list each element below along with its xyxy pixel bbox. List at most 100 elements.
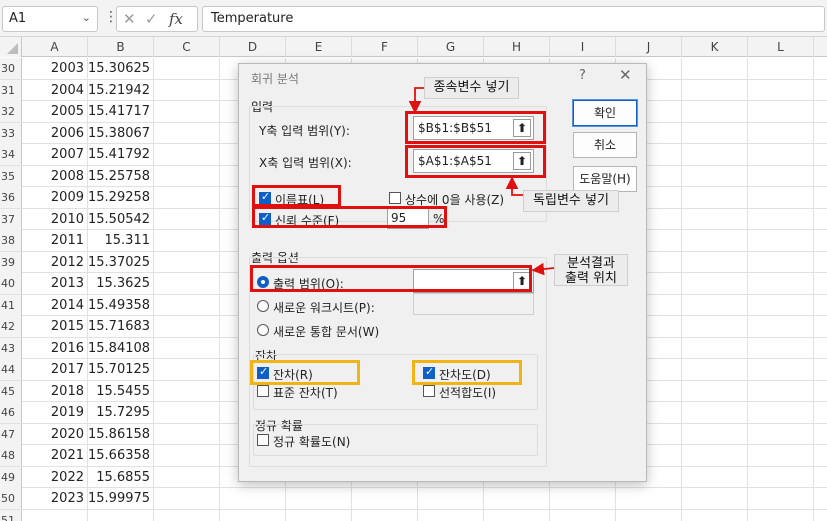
cell[interactable] xyxy=(748,316,814,337)
cell-year[interactable]: 2004 xyxy=(22,79,88,101)
cell-year[interactable]: 2009 xyxy=(22,187,88,208)
cell[interactable] xyxy=(154,316,220,337)
cell-year[interactable]: 2016 xyxy=(22,337,88,359)
cell[interactable] xyxy=(154,359,220,380)
cell[interactable] xyxy=(748,273,814,294)
cell[interactable] xyxy=(682,273,748,294)
cell-temperature[interactable]: 15.37025 xyxy=(88,251,154,273)
cell-year[interactable]: 2007 xyxy=(22,144,88,165)
ok-button[interactable]: 확인 xyxy=(572,99,638,127)
cell[interactable] xyxy=(682,58,748,79)
cell[interactable] xyxy=(748,402,814,423)
cell[interactable] xyxy=(748,337,814,359)
row-header[interactable]: 32 xyxy=(0,101,22,122)
cell[interactable] xyxy=(154,58,220,79)
cell-year[interactable]: 2011 xyxy=(22,230,88,251)
cell[interactable] xyxy=(352,509,418,521)
row-header[interactable]: 46 xyxy=(0,402,22,423)
close-icon[interactable]: ✕ xyxy=(619,66,632,84)
cell[interactable] xyxy=(682,337,748,359)
row-header[interactable]: 45 xyxy=(0,380,22,402)
cell[interactable] xyxy=(220,509,286,521)
cell[interactable] xyxy=(748,101,814,122)
cancel-formula-icon[interactable]: ✕ xyxy=(123,10,136,28)
cell-temperature[interactable]: 15.6855 xyxy=(88,466,154,488)
cell[interactable] xyxy=(748,294,814,316)
cell-temperature[interactable]: 15.5455 xyxy=(88,380,154,402)
row-header[interactable]: 50 xyxy=(0,488,22,509)
cell[interactable] xyxy=(748,488,814,509)
cell[interactable] xyxy=(748,445,814,466)
cell[interactable] xyxy=(550,509,616,521)
row-header[interactable]: 37 xyxy=(0,208,22,230)
cell-year[interactable]: 2005 xyxy=(22,101,88,122)
column-header-c[interactable]: C xyxy=(154,37,220,57)
cell-year[interactable]: 2015 xyxy=(22,316,88,337)
cell[interactable] xyxy=(154,187,220,208)
cell[interactable] xyxy=(154,445,220,466)
cell-year[interactable]: 2013 xyxy=(22,273,88,294)
cell[interactable] xyxy=(484,488,550,509)
cell[interactable] xyxy=(682,380,748,402)
cell-temperature[interactable]: 15.49358 xyxy=(88,294,154,316)
cell[interactable] xyxy=(154,101,220,122)
cell-year[interactable]: 2008 xyxy=(22,165,88,187)
cell[interactable] xyxy=(682,466,748,488)
cell[interactable] xyxy=(748,380,814,402)
column-header-k[interactable]: K xyxy=(682,37,748,57)
cell[interactable] xyxy=(748,79,814,101)
cell-year[interactable]: 2019 xyxy=(22,402,88,423)
formula-input[interactable]: Temperature xyxy=(202,6,825,32)
cell-temperature[interactable]: 15.86158 xyxy=(88,423,154,445)
cell[interactable] xyxy=(418,488,484,509)
cell-temperature[interactable]: 15.38067 xyxy=(88,122,154,144)
row-header[interactable]: 42 xyxy=(0,316,22,337)
cell[interactable] xyxy=(154,122,220,144)
cell[interactable] xyxy=(748,208,814,230)
row-header[interactable]: 33 xyxy=(0,122,22,144)
cell[interactable] xyxy=(154,294,220,316)
cell[interactable] xyxy=(154,208,220,230)
cell[interactable] xyxy=(154,337,220,359)
cell[interactable] xyxy=(682,165,748,187)
cell[interactable] xyxy=(682,230,748,251)
cell[interactable] xyxy=(748,466,814,488)
column-header-d[interactable]: D xyxy=(220,37,286,57)
insert-function-icon[interactable]: fx xyxy=(169,10,183,28)
cell-temperature[interactable]: 15.7295 xyxy=(88,402,154,423)
row-header[interactable]: 49 xyxy=(0,466,22,488)
cell[interactable] xyxy=(616,509,682,521)
cell[interactable] xyxy=(154,509,220,521)
cell-year[interactable]: 2003 xyxy=(22,58,88,79)
row-header[interactable]: 48 xyxy=(0,445,22,466)
column-header-l[interactable]: L xyxy=(748,37,814,57)
new-worksheet-input[interactable] xyxy=(413,293,534,315)
new-workbook-radio[interactable] xyxy=(257,324,269,336)
column-header-g[interactable]: G xyxy=(418,37,484,57)
cell[interactable] xyxy=(154,251,220,273)
cell-year[interactable]: 2010 xyxy=(22,208,88,230)
cell-temperature[interactable]: 15.3625 xyxy=(88,273,154,294)
cell[interactable] xyxy=(418,509,484,521)
cell[interactable] xyxy=(682,488,748,509)
cell-temperature[interactable]: 15.50542 xyxy=(88,208,154,230)
line-fit-plots-checkbox[interactable] xyxy=(423,385,435,397)
cell-year[interactable]: 2012 xyxy=(22,251,88,273)
cell[interactable] xyxy=(154,466,220,488)
column-header-f[interactable]: F xyxy=(352,37,418,57)
column-header-e[interactable]: E xyxy=(286,37,352,57)
cell[interactable] xyxy=(550,488,616,509)
cell[interactable] xyxy=(682,208,748,230)
cell[interactable] xyxy=(682,122,748,144)
cell[interactable] xyxy=(682,251,748,273)
cell[interactable] xyxy=(484,509,550,521)
row-header[interactable]: 30 xyxy=(0,58,22,79)
cell[interactable] xyxy=(748,230,814,251)
cell[interactable] xyxy=(154,230,220,251)
cell[interactable] xyxy=(748,251,814,273)
cell[interactable] xyxy=(682,359,748,380)
chevron-down-icon[interactable]: ⌄ xyxy=(82,11,91,24)
column-header-b[interactable]: B xyxy=(88,37,154,57)
cell[interactable] xyxy=(748,359,814,380)
cell-year[interactable]: 2022 xyxy=(22,466,88,488)
